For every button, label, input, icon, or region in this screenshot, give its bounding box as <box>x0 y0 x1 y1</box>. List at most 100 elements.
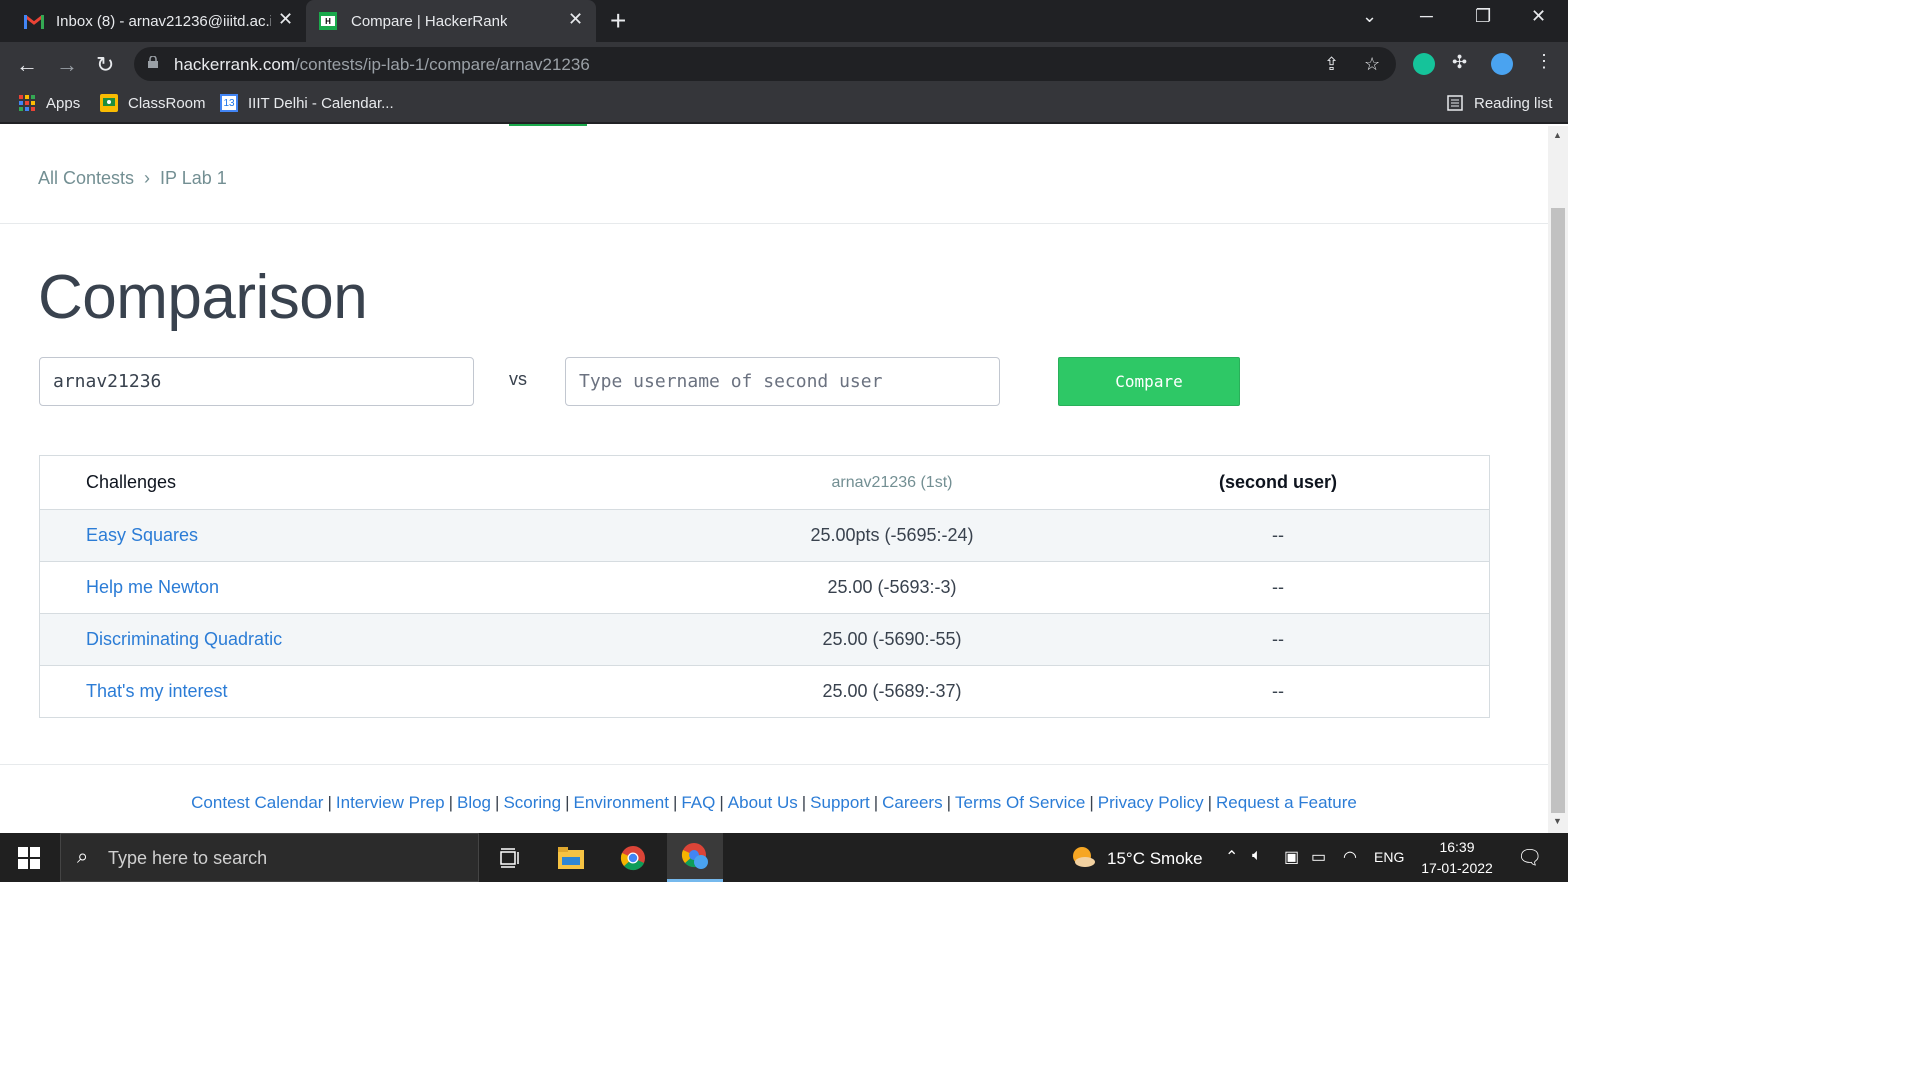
footer-link-contest-calendar[interactable]: Contest Calendar <box>191 793 323 812</box>
gmail-icon <box>24 13 44 29</box>
calendar-icon: 13 <box>220 94 238 112</box>
table-row: Easy Squares 25.00pts (-5695:-24) -- <box>40 509 1489 561</box>
second-user-score: -- <box>1272 629 1284 649</box>
chrome-profile-icon[interactable] <box>667 833 723 882</box>
first-user-score: 25.00 (-5690:-55) <box>822 629 962 649</box>
footer-link-privacy[interactable]: Privacy Policy <box>1098 793 1204 812</box>
language-indicator[interactable]: ENG <box>1374 849 1404 865</box>
browser-toolbar: ← → ↻ hackerrank.com/contests/ip-lab-1/c… <box>0 42 1568 86</box>
url-domain: hackerrank.com <box>174 55 295 74</box>
footer-link-terms[interactable]: Terms Of Service <box>955 793 1085 812</box>
second-user-score: -- <box>1272 577 1284 597</box>
scroll-down-icon[interactable]: ▼ <box>1553 816 1562 826</box>
minimize-icon[interactable]: ─ <box>1420 6 1433 27</box>
share-icon[interactable]: ⇪ <box>1324 54 1339 75</box>
second-user-input[interactable] <box>565 357 1000 406</box>
scroll-up-icon[interactable]: ▲ <box>1553 130 1562 140</box>
new-tab-icon[interactable]: + <box>610 5 626 37</box>
volume-icon[interactable]: 🔈︎ <box>1252 847 1262 865</box>
divider <box>0 764 1548 765</box>
tab-gmail-inbox[interactable]: Inbox (8) - arnav21236@iiitd.ac.in ✕ <box>16 0 298 42</box>
header-challenges: Challenges <box>86 472 177 492</box>
close-tab-icon[interactable]: ✕ <box>278 9 293 30</box>
battery-icon[interactable]: ▭ <box>1311 847 1326 867</box>
extensions-puzzle-icon[interactable]: ✣ <box>1452 52 1467 73</box>
bookmark-apps[interactable]: Apps <box>18 94 80 112</box>
forward-icon[interactable]: → <box>56 52 78 78</box>
page-content: All Contests › IP Lab 1 Comparison vs Co… <box>0 126 1548 833</box>
footer-link-blog[interactable]: Blog <box>457 793 491 812</box>
reload-icon[interactable]: ↻ <box>96 52 114 78</box>
first-user-score: 25.00 (-5689:-37) <box>822 681 962 701</box>
bookmark-star-icon[interactable]: ☆ <box>1364 54 1380 75</box>
bookmark-label: ClassRoom <box>128 94 206 112</box>
windows-taskbar: ⌕ Type here to search 15°C Smoke ⌃ 🔈︎ ▣ … <box>0 833 1568 882</box>
weather-text[interactable]: 15°C Smoke <box>1107 849 1203 869</box>
lock-icon <box>148 56 158 68</box>
challenge-link[interactable]: Discriminating Quadratic <box>86 629 282 650</box>
close-window-icon[interactable]: ✕ <box>1531 6 1546 27</box>
second-user-score: -- <box>1272 525 1284 545</box>
show-hidden-icons-chevron-icon[interactable]: ⌃ <box>1225 847 1238 867</box>
wifi-icon[interactable]: ◠ <box>1343 847 1357 867</box>
challenge-link[interactable]: Easy Squares <box>86 525 198 546</box>
table-row: That's my interest 25.00 (-5689:-37) -- <box>40 665 1489 717</box>
chrome-icon[interactable] <box>605 833 661 882</box>
breadcrumb-all-contests[interactable]: All Contests <box>38 168 134 189</box>
apps-grid-icon <box>18 94 36 112</box>
back-icon[interactable]: ← <box>16 52 38 78</box>
footer-link-environment[interactable]: Environment <box>574 793 669 812</box>
first-user-score: 25.00pts (-5695:-24) <box>810 525 974 545</box>
page-scrollbar[interactable]: ▲ ▼ <box>1548 126 1568 833</box>
first-user-input[interactable] <box>39 357 474 406</box>
footer-link-interview-prep[interactable]: Interview Prep <box>336 793 445 812</box>
restore-icon[interactable]: ❐ <box>1475 6 1491 27</box>
challenge-link[interactable]: Help me Newton <box>86 577 219 598</box>
first-user-score: 25.00 (-5693:-3) <box>827 577 957 597</box>
file-explorer-icon[interactable] <box>543 833 599 882</box>
clock-time: 16:39 <box>1439 839 1475 855</box>
weather-icon[interactable] <box>1070 845 1096 874</box>
page-title: Comparison <box>38 263 368 332</box>
table-row: Help me Newton 25.00 (-5693:-3) -- <box>40 561 1489 613</box>
grammarly-extension-icon[interactable] <box>1413 53 1435 75</box>
header-first-user: arnav21236 (1st) <box>831 473 953 491</box>
divider <box>0 223 1548 224</box>
footer-link-request-feature[interactable]: Request a Feature <box>1216 793 1357 812</box>
table-header-row: Challenges arnav21236 (1st) (second user… <box>40 456 1489 509</box>
scrollbar-thumb[interactable] <box>1551 208 1565 813</box>
tab-search-chevron-icon[interactable]: ⌄ <box>1362 6 1377 27</box>
taskbar-search-box[interactable]: ⌕ Type here to search <box>60 833 479 882</box>
taskbar-clock[interactable]: 16:39 17-01-2022 <box>1418 837 1496 879</box>
browser-tab-bar: Inbox (8) - arnav21236@iiitd.ac.in ✕ H C… <box>0 0 1568 42</box>
breadcrumb: All Contests › IP Lab 1 <box>38 168 227 189</box>
footer-link-support[interactable]: Support <box>810 793 870 812</box>
footer-link-scoring[interactable]: Scoring <box>503 793 561 812</box>
browser-menu-icon[interactable]: ⋮ <box>1535 51 1553 72</box>
compare-button[interactable]: Compare <box>1058 357 1240 406</box>
reading-list-label: Reading list <box>1474 94 1553 112</box>
meet-now-icon[interactable]: ▣ <box>1284 847 1299 867</box>
tab-title: Compare | HackerRank <box>351 12 508 30</box>
bookmark-iiit-calendar[interactable]: 13 IIIT Delhi - Calendar... <box>220 94 394 112</box>
breadcrumb-ip-lab-1[interactable]: IP Lab 1 <box>160 168 227 189</box>
comparison-table: Challenges arnav21236 (1st) (second user… <box>39 455 1490 718</box>
vs-label: vs <box>509 369 527 389</box>
windows-start-icon[interactable] <box>18 847 40 869</box>
challenge-link[interactable]: That's my interest <box>86 681 227 702</box>
chevron-right-icon: › <box>144 168 151 188</box>
footer-link-faq[interactable]: FAQ <box>681 793 715 812</box>
task-view-icon[interactable] <box>482 833 538 882</box>
notifications-icon[interactable]: 🗨︎ <box>1517 845 1542 870</box>
bookmark-label: Apps <box>46 94 81 112</box>
bookmark-classroom[interactable]: ClassRoom <box>100 94 206 112</box>
tab-compare-hackerrank[interactable]: H Compare | HackerRank ✕ <box>306 0 596 42</box>
reading-list-button[interactable]: Reading list <box>1446 94 1552 112</box>
second-user-score: -- <box>1272 681 1284 701</box>
footer-link-careers[interactable]: Careers <box>882 793 942 812</box>
bookmark-label: IIIT Delhi - Calendar... <box>248 94 394 112</box>
close-tab-icon[interactable]: ✕ <box>568 9 583 30</box>
profile-avatar-icon[interactable] <box>1491 53 1513 75</box>
footer-link-about-us[interactable]: About Us <box>728 793 798 812</box>
address-bar[interactable]: hackerrank.com/contests/ip-lab-1/compare… <box>134 47 1396 81</box>
